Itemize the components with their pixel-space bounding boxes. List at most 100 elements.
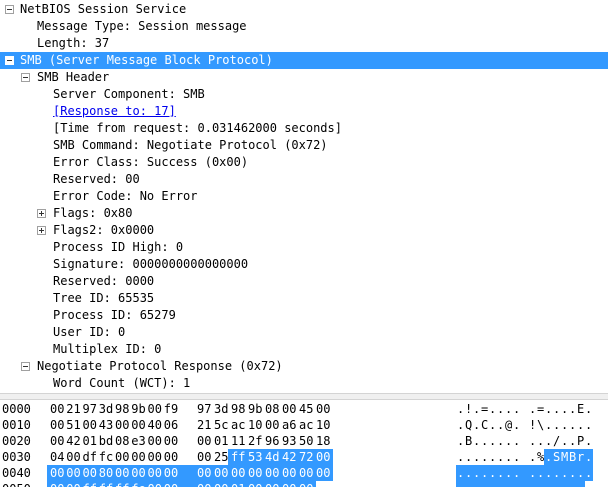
hex-byte[interactable]: ac — [299, 417, 313, 433]
hex-byte[interactable]: 00 — [197, 465, 211, 481]
hex-byte[interactable]: 98 — [231, 401, 245, 417]
tree-row[interactable]: Message Type: Session message — [0, 18, 608, 35]
hex-byte[interactable]: 00 — [148, 401, 162, 417]
hex-byte[interactable]: 00 — [316, 465, 330, 481]
hex-byte[interactable]: 04 — [50, 449, 64, 465]
hex-byte[interactable]: 00 — [50, 401, 64, 417]
hex-byte[interactable]: df — [83, 449, 97, 465]
tree-row[interactable]: [Response to: 17] — [0, 103, 608, 120]
hex-byte[interactable]: 00 — [115, 465, 129, 481]
hex-byte[interactable]: 00 — [83, 417, 97, 433]
hex-byte[interactable]: ff — [115, 481, 129, 487]
hex-byte[interactable]: 00 — [66, 481, 80, 487]
hex-byte[interactable]: a6 — [282, 417, 296, 433]
tree-row[interactable]: Reserved: 0000 — [0, 273, 608, 290]
tree-row[interactable]: Reserved: 00 — [0, 171, 608, 188]
hex-byte[interactable]: 00 — [164, 449, 178, 465]
tree-row[interactable]: SMB Command: Negotiate Protocol (0x72) — [0, 137, 608, 154]
hex-byte[interactable]: ff — [83, 481, 97, 487]
hex-byte[interactable]: 08 — [265, 401, 279, 417]
hex-byte[interactable]: 00 — [131, 417, 145, 433]
tree-row[interactable]: Error Code: No Error — [0, 188, 608, 205]
hex-byte[interactable]: 00 — [148, 433, 162, 449]
hex-byte[interactable]: 25 — [214, 449, 228, 465]
tree-row[interactable]: SMB (Server Message Block Protocol) — [0, 52, 608, 69]
tree-row[interactable]: Flags2: 0x0000 — [0, 222, 608, 239]
hex-byte[interactable]: 45 — [299, 401, 313, 417]
hex-byte[interactable]: 53 — [248, 449, 262, 465]
hex-byte[interactable]: 00 — [231, 465, 245, 481]
hex-byte[interactable]: fe — [131, 481, 145, 487]
hex-byte[interactable]: 01 — [231, 481, 245, 487]
hex-byte[interactable]: 42 — [282, 449, 296, 465]
hex-byte[interactable]: 51 — [66, 417, 80, 433]
hex-byte[interactable]: 00 — [197, 449, 211, 465]
hex-byte[interactable]: 00 — [265, 465, 279, 481]
hex-byte[interactable]: 18 — [316, 433, 330, 449]
hex-byte[interactable]: 5c — [214, 417, 228, 433]
tree-row[interactable]: Multiplex ID: 0 — [0, 341, 608, 358]
hex-byte[interactable]: bd — [99, 433, 113, 449]
hex-byte[interactable]: e3 — [131, 433, 145, 449]
hex-byte[interactable]: 00 — [50, 481, 64, 487]
collapse-icon[interactable] — [5, 5, 14, 14]
tree-row[interactable]: Server Component: SMB — [0, 86, 608, 103]
hex-byte[interactable]: 00 — [164, 433, 178, 449]
hex-byte[interactable]: 00 — [148, 481, 162, 487]
hex-byte[interactable]: f9 — [164, 401, 178, 417]
tree-row[interactable]: User ID: 0 — [0, 324, 608, 341]
tree-row[interactable]: Length: 37 — [0, 35, 608, 52]
hex-byte[interactable]: 72 — [299, 449, 313, 465]
collapse-icon[interactable] — [5, 56, 14, 65]
hex-byte[interactable]: 00 — [248, 481, 262, 487]
hex-byte[interactable]: 96 — [265, 433, 279, 449]
hex-byte[interactable]: 00 — [148, 465, 162, 481]
hex-byte[interactable]: 93 — [282, 433, 296, 449]
tree-row[interactable]: Signature: 0000000000000000 — [0, 256, 608, 273]
hex-byte[interactable]: 10 — [316, 417, 330, 433]
tree-row[interactable]: Error Class: Success (0x00) — [0, 154, 608, 171]
tree-row[interactable]: Word Count (WCT): 1 — [0, 375, 608, 392]
hex-byte[interactable]: 00 — [214, 481, 228, 487]
hex-byte[interactable]: 00 — [131, 465, 145, 481]
hex-byte[interactable]: ff — [99, 481, 113, 487]
hex-byte[interactable]: 00 — [197, 433, 211, 449]
hex-byte[interactable]: 00 — [282, 481, 296, 487]
hex-byte[interactable]: 00 — [50, 433, 64, 449]
hex-byte[interactable]: 2f — [248, 433, 262, 449]
pane-splitter[interactable] — [0, 393, 608, 400]
hex-byte[interactable]: ff — [231, 449, 245, 465]
tree-row[interactable]: Negotiate Protocol Response (0x72) — [0, 358, 608, 375]
tree-row[interactable]: Process ID: 65279 — [0, 307, 608, 324]
hex-byte[interactable]: 00 — [50, 417, 64, 433]
hex-byte[interactable]: 01 — [214, 433, 228, 449]
hex-byte[interactable]: 21 — [197, 417, 211, 433]
hex-byte[interactable]: 9b — [248, 401, 262, 417]
hex-byte[interactable]: 00 — [164, 465, 178, 481]
tree-row[interactable]: [Time from request: 0.031462000 seconds] — [0, 120, 608, 137]
expand-icon[interactable] — [37, 226, 46, 235]
hex-byte[interactable]: 40 — [148, 417, 162, 433]
tree-row-link[interactable]: [Response to: 17] — [53, 103, 176, 120]
hex-byte[interactable]: 00 — [148, 449, 162, 465]
hex-byte[interactable]: 00 — [265, 481, 279, 487]
hex-byte[interactable]: 50 — [299, 433, 313, 449]
hex-byte[interactable]: ac — [231, 417, 245, 433]
hex-byte[interactable]: 00 — [131, 449, 145, 465]
hex-byte[interactable]: 10 — [248, 417, 262, 433]
hex-byte[interactable]: 00 — [214, 465, 228, 481]
collapse-icon[interactable] — [21, 73, 30, 82]
hex-byte[interactable]: 00 — [164, 481, 178, 487]
hex-byte[interactable]: 00 — [299, 481, 313, 487]
tree-row[interactable]: Flags: 0x80 — [0, 205, 608, 222]
hex-byte[interactable]: 00 — [316, 449, 330, 465]
hex-byte[interactable]: 00 — [66, 465, 80, 481]
tree-row[interactable]: Tree ID: 65535 — [0, 290, 608, 307]
hex-byte[interactable]: 00 — [115, 417, 129, 433]
hex-byte[interactable]: 9b — [131, 401, 145, 417]
packet-details-tree[interactable]: NetBIOS Session Service Message Type: Ses… — [0, 0, 608, 393]
hex-byte[interactable]: 98 — [115, 401, 129, 417]
tree-row[interactable]: Process ID High: 0 — [0, 239, 608, 256]
hex-byte[interactable]: 01 — [83, 433, 97, 449]
hex-byte[interactable]: 00 — [282, 465, 296, 481]
